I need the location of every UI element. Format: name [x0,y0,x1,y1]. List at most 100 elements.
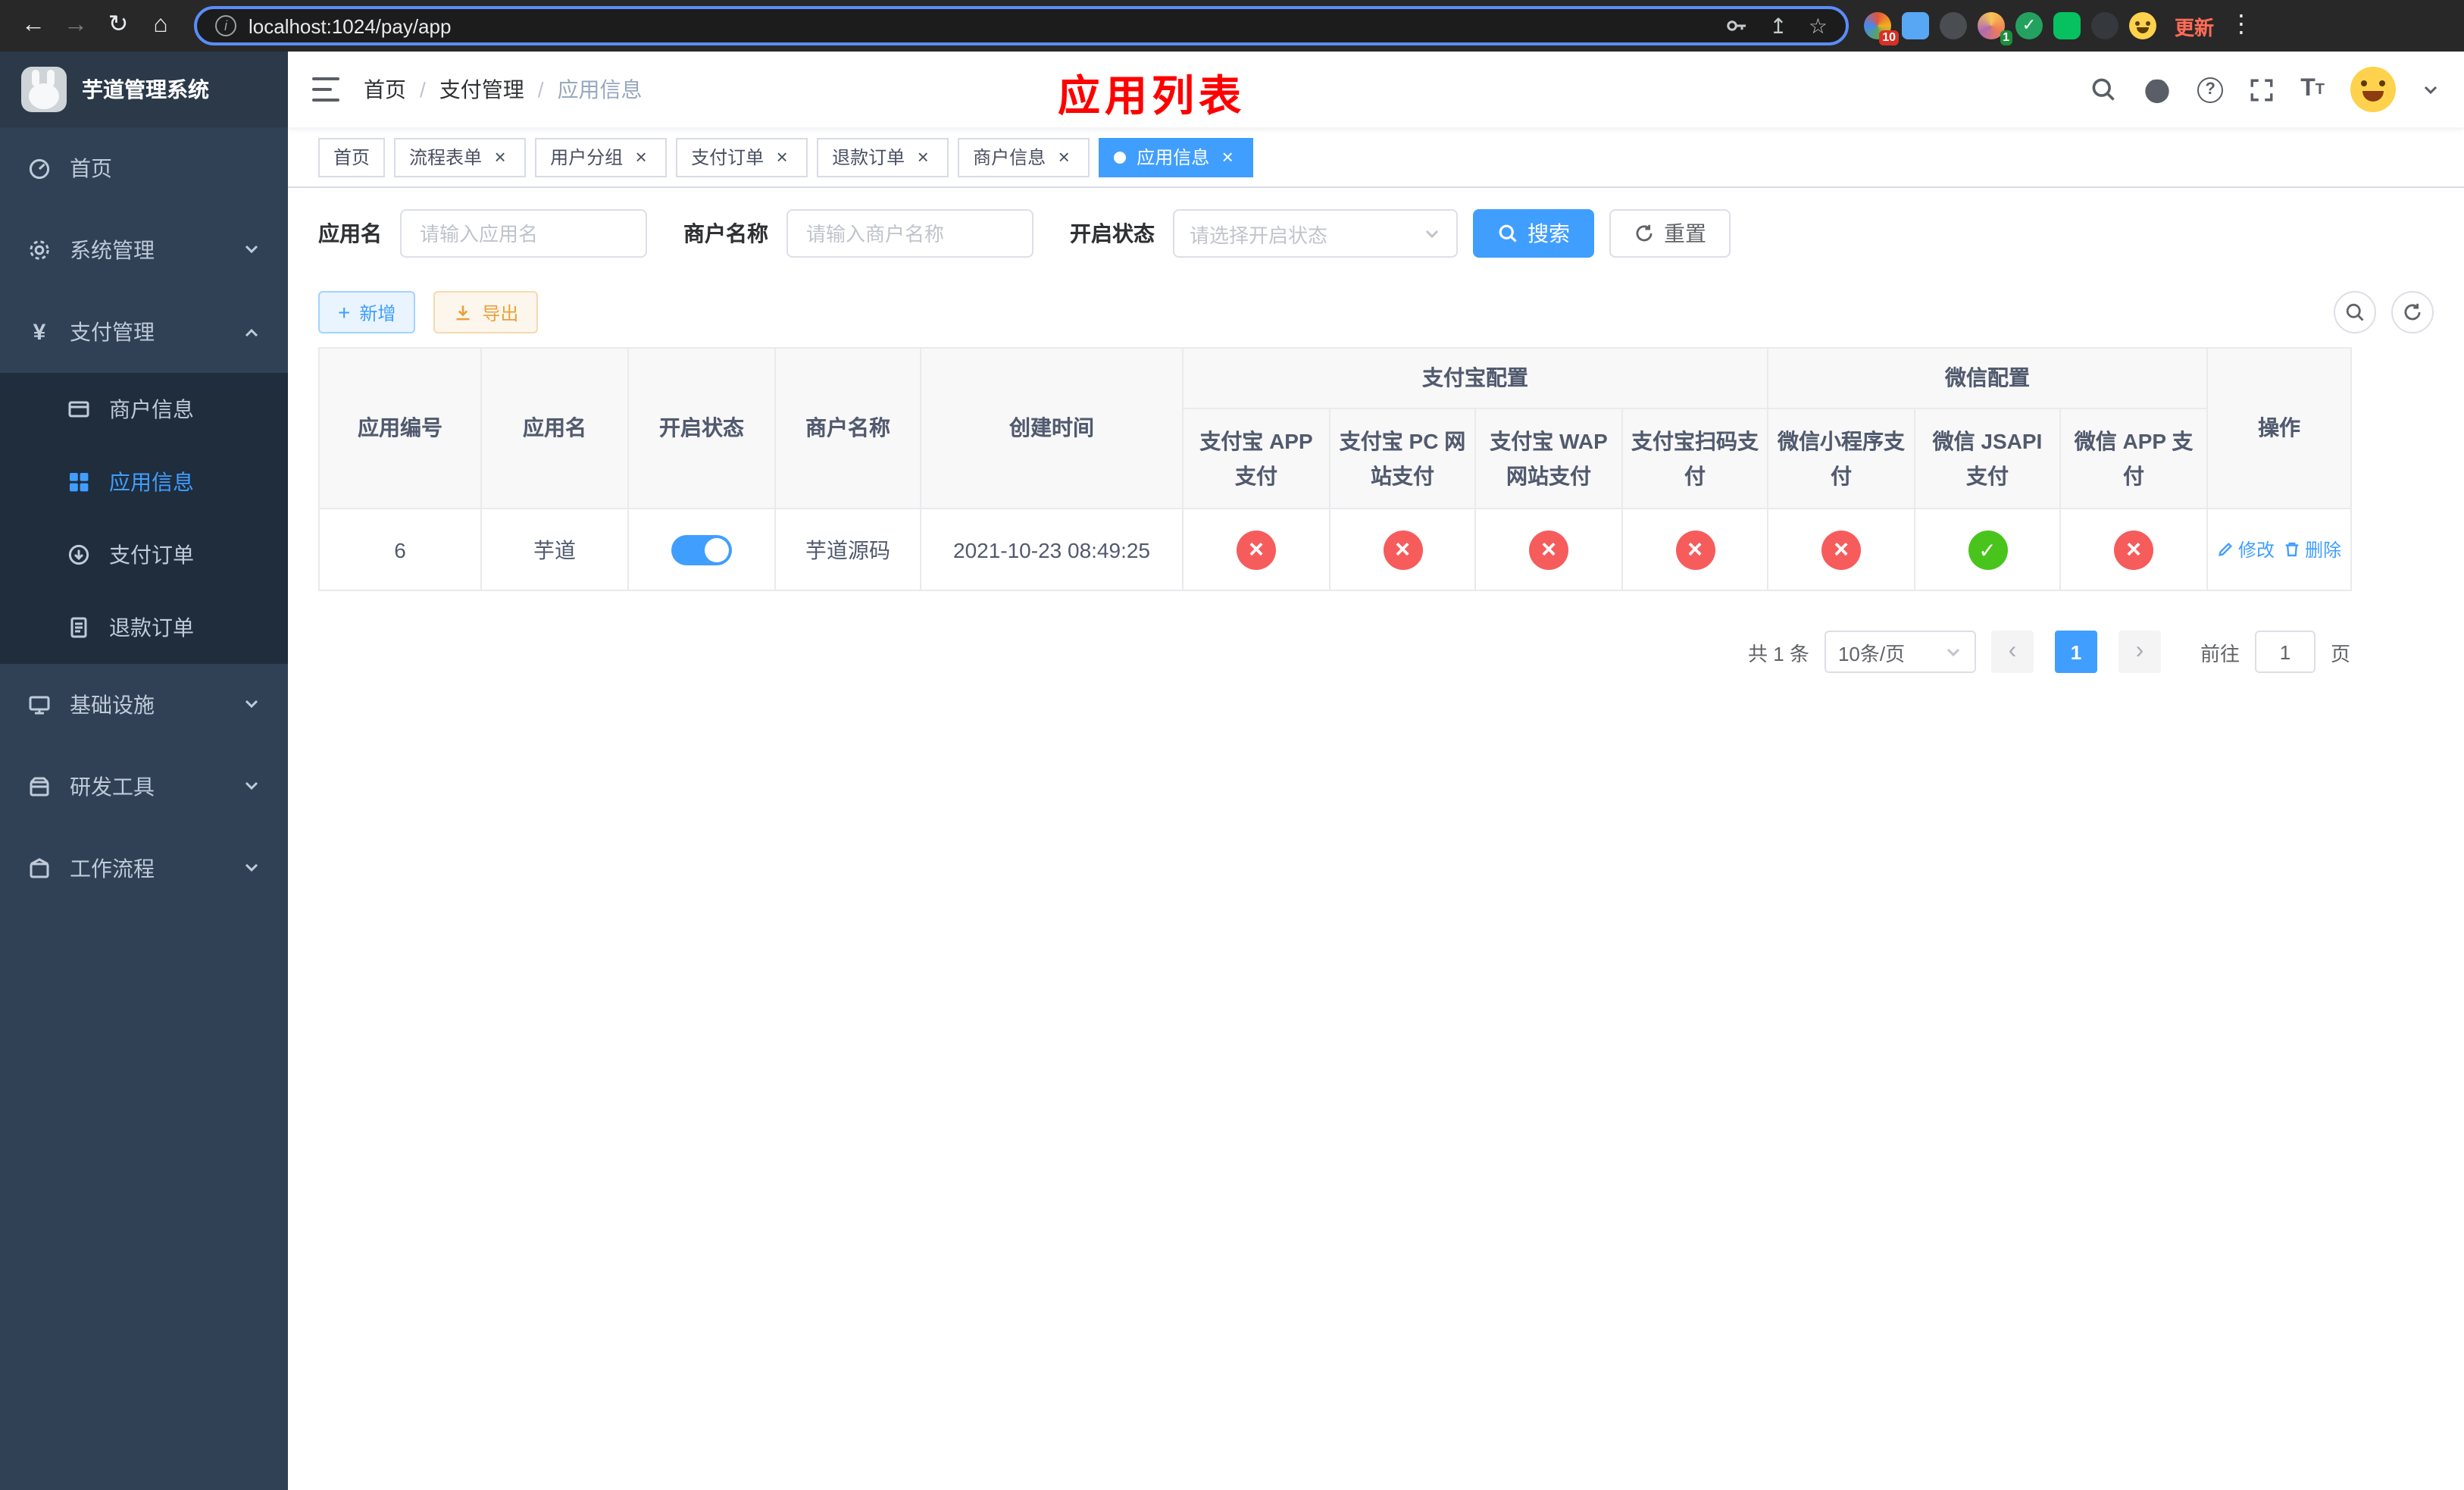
toggle-knob [705,537,729,562]
sidebar-item-workflow[interactable]: 工作流程 [0,828,288,909]
bookmark-star-icon[interactable]: ☆ [1809,13,1828,39]
sidebar-item-merchant-info[interactable]: 商户信息 [0,373,288,446]
extension-icon-5[interactable]: ✓ [2015,12,2043,39]
edit-pencil-icon [2219,542,2233,556]
col-alipay-app: 支付宝 APP 支付 [1182,408,1330,509]
cell-wechat-app [2059,508,2209,591]
browser-toolbar: ← → ↻ ⌂ i localhost:1024/pay/app ↥ ☆ 10 … [0,0,2464,52]
tab-refund-orders[interactable]: 退款订单 × [817,137,949,177]
extension-icon-6[interactable] [2053,12,2081,39]
page-size-select[interactable]: 10条/页 [1824,631,1976,673]
font-size-icon[interactable]: TT [2300,76,2325,103]
wechat-mini-status-icon [1821,530,1861,569]
tab-app-info[interactable]: 应用信息 × [1099,137,1254,177]
extension-avatar-badge: 1 [2000,30,2012,45]
browser-refresh-button[interactable]: ↻ [97,0,139,52]
sidebar-item-payment-orders[interactable]: 支付订单 [0,518,288,591]
dashboard-icon [27,156,52,180]
tab-user-group[interactable]: 用户分组 × [535,137,668,177]
col-status: 开启状态 [627,347,776,509]
tab-label: 首页 [333,147,371,168]
extension-icon-3[interactable] [1940,12,1967,39]
help-icon[interactable]: ? [2197,77,2224,102]
pagination: 共 1 条 10条/页 ‹ 1 › 前往 页 [318,631,2350,673]
navbar-actions: ? TT [2090,67,2440,112]
extension-icon-4[interactable]: 1 [1978,12,2012,45]
search-button[interactable]: 搜索 [1473,209,1594,258]
status-select[interactable]: 请选择开启状态 [1173,209,1458,258]
breadcrumb-payment[interactable]: 支付管理 [439,74,524,105]
sidebar-item-system[interactable]: 系统管理 [0,209,288,291]
github-icon[interactable] [2143,75,2172,104]
tab-payment-orders[interactable]: 支付订单 × [676,137,808,177]
tab-merchant-info[interactable]: 商户信息 × [958,137,1090,177]
tab-close-icon[interactable]: × [489,146,511,167]
browser-update-button[interactable]: 更新 [2175,11,2214,40]
tab-close-icon[interactable]: × [630,146,652,167]
edit-link[interactable]: 修改 [2217,537,2275,562]
cell-alipay-wap [1474,508,1623,591]
refresh-table-button[interactable] [2391,291,2434,333]
chevron-down-icon [242,775,261,799]
export-button[interactable]: 导出 [433,291,539,333]
page-number-1[interactable]: 1 [2054,631,2097,673]
col-wechat-jsapi: 微信 JSAPI 支付 [1914,408,2061,509]
enabled-toggle[interactable] [671,534,732,565]
tab-close-icon[interactable]: × [1217,146,1238,167]
browser-home-button[interactable]: ⌂ [139,0,182,52]
tab-label: 商户信息 [973,147,1046,168]
user-avatar[interactable] [2350,67,2396,112]
sidebar-item-dev-tools[interactable]: 研发工具 [0,746,288,828]
tab-close-icon[interactable]: × [1053,146,1074,167]
breadcrumb-home[interactable]: 首页 [364,74,406,105]
order-circle-icon [67,543,91,567]
cell-alipay-pc [1329,508,1476,591]
password-key-icon[interactable] [1724,14,1748,38]
extension-icon-2[interactable] [1902,12,1929,39]
sidebar-fold-icon[interactable] [312,77,339,102]
add-button[interactable]: + 新增 [318,291,416,333]
page-title-annotation: 应用列表 [1058,73,1246,120]
site-info-icon[interactable]: i [215,15,236,36]
extension-icon-7[interactable] [2091,12,2118,39]
col-wechat-app: 微信 APP 支付 [2059,408,2209,509]
merchant-name-input[interactable] [786,209,1033,258]
table-row: 6 芋道 芋道源码 2021-10-23 08:49:25 × × × × × … [318,508,2353,591]
col-merchant: 商户名称 [774,347,921,509]
sidebar-item-payment[interactable]: ¥ 支付管理 [0,291,288,373]
sidebar-item-app-info[interactable]: 应用信息 [0,446,288,518]
col-alipay-scan: 支付宝扫码支付 [1621,408,1768,509]
share-icon[interactable]: ↥ [1769,13,1787,39]
merchant-name-label: 商户名称 [683,221,768,246]
tab-process-form[interactable]: 流程表单 × [394,137,527,177]
browser-window: ← → ↻ ⌂ i localhost:1024/pay/app ↥ ☆ 10 … [0,0,2464,1490]
sidebar-item-home[interactable]: 首页 [0,127,288,209]
app-logo-row[interactable]: 芋道管理系统 [0,52,288,127]
goto-page-input[interactable] [2254,631,2315,673]
status-label: 开启状态 [1070,221,1155,246]
sidebar-item-label: 系统管理 [70,238,155,262]
fullscreen-icon[interactable] [2249,77,2275,102]
user-menu-caret-icon[interactable] [2422,80,2440,99]
extension-icon-8[interactable] [2129,12,2156,39]
browser-forward-button[interactable]: → [55,0,97,52]
status-select-placeholder: 请选择开启状态 [1190,224,1328,246]
reset-button[interactable]: 重置 [1609,209,1731,258]
browser-menu-button[interactable]: ⋮ [2229,0,2253,52]
extension-icon-1[interactable]: 10 [1864,12,1899,45]
url-text[interactable]: localhost:1024/pay/app [249,14,451,37]
app-name-input[interactable] [400,209,647,258]
delete-link[interactable]: 删除 [2284,537,2341,562]
search-icon[interactable] [2090,76,2117,103]
sidebar-item-refund-orders[interactable]: 退款订单 [0,591,288,664]
next-page-button[interactable]: › [2118,631,2161,673]
browser-back-button[interactable]: ← [12,0,55,52]
extensions-row: 10 1 ✓ [1864,12,2156,45]
url-bar[interactable]: i localhost:1024/pay/app ↥ ☆ [194,6,1849,45]
tab-home[interactable]: 首页 [318,137,386,177]
prev-page-button[interactable]: ‹ [1990,631,2034,673]
sidebar-item-infrastructure[interactable]: 基础设施 [0,664,288,746]
toggle-search-button[interactable] [2334,291,2376,333]
tab-close-icon[interactable]: × [771,146,793,167]
tab-close-icon[interactable]: × [912,146,933,167]
